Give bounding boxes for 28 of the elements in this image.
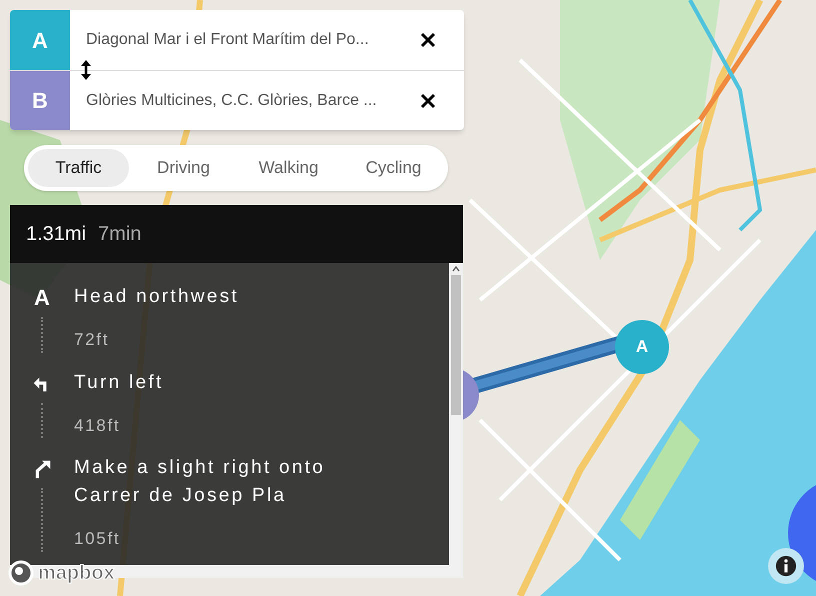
profile-tab[interactable]: Walking	[238, 149, 339, 187]
location-field[interactable]: Glòries Multicines, C.C. Glòries, Barce ...	[86, 88, 408, 112]
swap-button[interactable]	[78, 60, 94, 80]
step-distance: 105ft	[74, 528, 122, 550]
scroll-up-icon[interactable]	[452, 266, 460, 272]
profile-tab[interactable]: Cycling	[343, 149, 444, 187]
waypoint-label: B	[10, 71, 70, 130]
logo-wordmark: mapbox	[38, 561, 115, 586]
logo-icon	[8, 560, 34, 586]
step-distance: 418ft	[74, 414, 122, 436]
route-distance: 1.31mi	[26, 222, 86, 247]
step-instruction: Turn left	[74, 370, 165, 394]
close-icon	[420, 92, 436, 108]
scrollbar[interactable]	[449, 263, 463, 565]
step-instruction: Make a slight right onto Carrer de Josep Pla	[74, 456, 326, 508]
scrollbar-thumb[interactable]	[451, 275, 461, 415]
step-instruction: Head northwest	[74, 285, 240, 309]
step-marker: A	[33, 287, 51, 309]
step-distance: 72ft	[74, 329, 110, 351]
info-icon	[775, 555, 797, 577]
close-icon	[420, 32, 436, 48]
location-field[interactable]: Diagonal Mar i el Front Marítim del Po...	[86, 28, 408, 52]
route-duration: 7min	[98, 222, 142, 247]
profile-tab[interactable]: Driving	[133, 149, 234, 187]
destination-marker[interactable]	[463, 368, 479, 422]
waypoint-label: A	[10, 10, 70, 70]
profile-tab[interactable]: Traffic	[28, 149, 129, 187]
swap-icon	[80, 60, 92, 80]
